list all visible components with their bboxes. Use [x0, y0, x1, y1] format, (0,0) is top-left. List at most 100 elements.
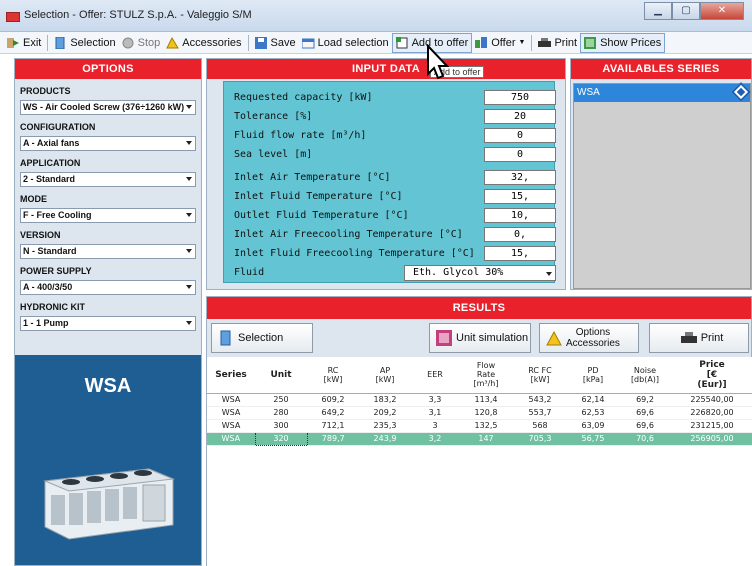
chevron-down-icon: [546, 272, 552, 276]
maximize-button[interactable]: ▢: [672, 2, 700, 20]
toolbar-separator: [247, 34, 249, 51]
inlet-air-freecooling-label: Inlet Air Freecooling Temperature [°C]: [234, 229, 463, 240]
exit-button[interactable]: Exit: [4, 33, 44, 53]
col-noise[interactable]: Noise [db(A)]: [619, 357, 671, 394]
offer-dropdown-icon: ▼: [518, 39, 526, 46]
options-accessories-text: Options Accessories: [566, 327, 620, 349]
cell-pd: 56,75: [567, 432, 619, 446]
cell-unit: 300: [255, 419, 307, 433]
cell-rc-fc: 705,3: [513, 432, 567, 446]
cell-unit: 250: [255, 393, 307, 407]
inlet-fluid-temp-field[interactable]: 15,: [484, 189, 556, 204]
window-title: Selection - Offer: STULZ S.p.A. - Valegg…: [24, 9, 252, 21]
col-price[interactable]: Price [€ (Eur)]: [671, 357, 752, 394]
offer-menu-button[interactable]: Offer ▼: [472, 33, 528, 53]
sea-level-field[interactable]: 0: [484, 147, 556, 162]
prices-icon: [584, 36, 597, 49]
offer-label: Offer: [491, 36, 516, 49]
configuration-label: CONFIGURATION: [20, 122, 96, 132]
col-rc[interactable]: RC [kW]: [307, 357, 359, 394]
application-value: 2 - Standard: [23, 174, 76, 184]
inlet-air-freecooling-row: Inlet Air Freecooling Temperature [°C] 0…: [234, 227, 556, 243]
sea-level-label: Sea level [m]: [234, 149, 313, 160]
fluid-select[interactable]: Eth. Glycol 30%: [404, 265, 556, 281]
save-icon: [254, 36, 267, 49]
tolerance-row: Tolerance [%] 20: [234, 109, 556, 125]
load-selection-button[interactable]: Load selection: [299, 33, 392, 53]
col-eer[interactable]: EER: [411, 357, 459, 394]
table-row-selected[interactable]: WSA 320 789,7 243,9 3,2 147 705,3 56,75 …: [207, 431, 752, 446]
requested-capacity-field[interactable]: 750: [484, 90, 556, 105]
results-table: Series Unit RC [kW] AP [kW] EER Flow Rat…: [207, 357, 752, 446]
show-prices-label: Show Prices: [600, 36, 662, 49]
inlet-air-freecooling-field[interactable]: 0,: [484, 227, 556, 242]
power-supply-select[interactable]: A - 400/3/50: [20, 280, 196, 295]
accessories-button[interactable]: Accessories: [163, 33, 244, 53]
version-select[interactable]: N - Standard: [20, 244, 196, 259]
fluid-flow-rate-field[interactable]: 0: [484, 128, 556, 143]
col-rc-fc[interactable]: RC FC [kW]: [513, 357, 567, 394]
cell-flow-rate: 147: [459, 432, 513, 446]
col-unit[interactable]: Unit: [255, 357, 307, 394]
mouse-cursor-icon: [427, 44, 450, 80]
printer-icon: [680, 332, 697, 343]
unit-simulation-button[interactable]: Unit simulation: [429, 323, 531, 353]
save-button[interactable]: Save: [252, 33, 299, 53]
cell-flow-rate: 132,5: [459, 419, 513, 433]
series-item-wsa[interactable]: WSA: [574, 82, 751, 102]
available-series-panel: AVAILABLES SERIES WSA: [570, 58, 752, 290]
stop-button[interactable]: Stop: [119, 33, 164, 53]
show-prices-button[interactable]: Show Prices: [580, 32, 666, 53]
cell-price: 256905,00: [671, 432, 752, 446]
cell-rc: 789,7: [307, 432, 359, 446]
col-series[interactable]: Series: [207, 357, 255, 394]
info-diamond-icon[interactable]: [731, 82, 751, 102]
selection-button[interactable]: Selection: [51, 33, 118, 53]
cell-series: WSA: [207, 406, 255, 420]
available-series-header: AVAILABLES SERIES: [571, 59, 751, 79]
table-row[interactable]: WSA 300 712,1 235,3 3 132,5 568 63,09 69…: [207, 419, 752, 433]
series-name: WSA: [84, 375, 132, 397]
printer-icon: [538, 37, 552, 47]
table-row[interactable]: WSA 280 649,2 209,2 3,1 120,8 553,7 62,5…: [207, 406, 752, 420]
products-select[interactable]: WS - Air Cooled Screw (376÷1260 kW): [20, 100, 196, 115]
table-row[interactable]: WSA 250 609,2 183,2 3,3 113,4 543,2 62,1…: [207, 393, 752, 407]
fluid-flow-rate-label: Fluid flow rate [m³/h]: [234, 130, 367, 141]
col-ap[interactable]: AP [kW]: [359, 357, 411, 394]
cell-pd: 63,09: [567, 419, 619, 433]
accessories-icon: [166, 36, 180, 48]
requested-capacity-label: Requested capacity [kW]: [234, 92, 373, 103]
outlet-fluid-temp-field[interactable]: 10,: [484, 208, 556, 223]
inlet-fluid-freecooling-field[interactable]: 15,: [484, 246, 556, 261]
cell-unit: 280: [255, 406, 307, 420]
minimize-button[interactable]: ▁: [644, 2, 672, 20]
sea-level-row: Sea level [m] 0: [234, 147, 556, 163]
inlet-air-temp-field[interactable]: 32,: [484, 170, 556, 185]
cell-rc-fc: 568: [513, 419, 567, 433]
power-supply-label: POWER SUPPLY: [20, 266, 92, 276]
selection-icon: [220, 330, 231, 346]
cell-noise: 69,6: [619, 419, 671, 433]
add-to-offer-icon: [395, 36, 408, 48]
outlet-fluid-temp-label: Outlet Fluid Temperature [°C]: [234, 210, 409, 221]
chiller-unit-image: [43, 468, 175, 540]
app-icon: [6, 12, 20, 22]
col-pd[interactable]: PD [kPa]: [567, 357, 619, 394]
mode-select[interactable]: F - Free Cooling: [20, 208, 196, 223]
results-print-button[interactable]: Print: [649, 323, 749, 353]
close-button[interactable]: ✕: [700, 2, 744, 20]
options-panel: OPTIONS PRODUCTS WS - Air Cooled Screw (…: [14, 58, 202, 566]
cell-rc: 649,2: [307, 406, 359, 420]
tolerance-field[interactable]: 20: [484, 109, 556, 124]
print-button[interactable]: Print: [535, 33, 580, 53]
col-flow-rate[interactable]: Flow Rate [m³/h]: [459, 357, 513, 394]
application-select[interactable]: 2 - Standard: [20, 172, 196, 187]
results-selection-button[interactable]: Selection: [211, 323, 313, 353]
available-series-list: WSA: [573, 82, 751, 289]
inlet-fluid-freecooling-label: Inlet Fluid Freecooling Temperature [°C]: [234, 248, 475, 259]
selection-icon: [55, 36, 65, 49]
hydronic-kit-select[interactable]: 1 - 1 Pump: [20, 316, 196, 331]
configuration-select[interactable]: A - Axial fans: [20, 136, 196, 151]
options-accessories-button[interactable]: Options Accessories: [539, 323, 639, 353]
products-label: PRODUCTS: [20, 86, 71, 96]
